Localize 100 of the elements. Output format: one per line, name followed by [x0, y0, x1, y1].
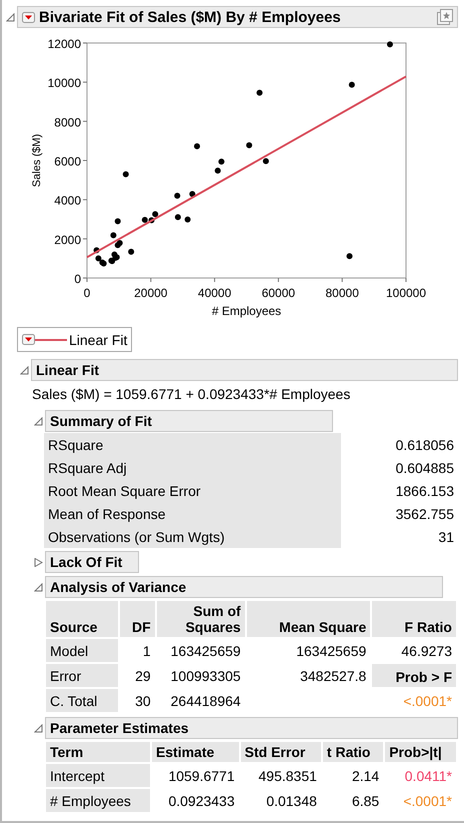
- row-label: Model: [46, 639, 118, 662]
- table-cell-text: 163425659: [295, 642, 368, 660]
- expand-icon[interactable]: [34, 558, 43, 566]
- section-header[interactable]: Lack Of Fit: [45, 551, 139, 573]
- table-cell-text: 163425659: [170, 642, 242, 660]
- p-value: <.0001*: [402, 792, 453, 810]
- x-tick-label: 100000: [386, 286, 426, 300]
- section-header[interactable]: Parameter Estimates: [45, 717, 458, 739]
- data-point: [184, 216, 191, 222]
- y-tick-label: 2000: [54, 232, 81, 247]
- regression-equation: Sales ($M) = 1059.6771 + 0.0923433*# Employees: [31, 385, 352, 404]
- table-cell-text: 1: [142, 642, 152, 660]
- column-header: Mean Square: [246, 601, 370, 637]
- y-tick-label: 0: [74, 272, 81, 286]
- column-header: Estimate: [152, 742, 239, 762]
- data-point: [214, 168, 221, 174]
- table-cell-text: 264418964: [170, 692, 242, 710]
- column-header: Prob>|t|: [385, 742, 456, 762]
- table-cell-text: 100993305: [170, 666, 242, 686]
- column-header: DF: [120, 601, 155, 637]
- row-label: Mean of Response: [44, 502, 342, 525]
- row-label: C. Total: [46, 689, 118, 712]
- row-label: Observations (or Sum Wgts): [44, 525, 342, 548]
- table-cell-text: 6.85: [350, 792, 380, 810]
- table-cell-text: 495.8351: [258, 766, 318, 786]
- row-label: Error: [46, 664, 118, 687]
- x-tick-label: 80000: [326, 286, 359, 300]
- section-title: Bivariate Fit of Sales ($M) By # Employees: [39, 8, 341, 26]
- dropdown-menu-icon[interactable]: [22, 334, 35, 345]
- x-tick-label: 60000: [262, 286, 296, 300]
- y-tick-label: 8000: [54, 115, 81, 130]
- p-value: 0.0411*: [404, 766, 453, 786]
- column-header: F Ratio: [372, 601, 456, 637]
- table-cell-text: 0.0923433: [167, 792, 236, 810]
- pin-icon[interactable]: [437, 9, 453, 25]
- section-header[interactable]: Linear Fit: [31, 359, 458, 381]
- table-cell-text: 1866.153: [394, 482, 455, 500]
- table-cell-text: 31: [437, 528, 455, 546]
- data-point: [246, 142, 252, 148]
- table-cell-text: 0.618056: [394, 436, 455, 454]
- column-header: Std Error: [240, 742, 321, 762]
- y-axis-title: Sales ($M): [31, 134, 43, 188]
- row-label: RSquare Adj: [44, 456, 342, 479]
- data-point: [256, 90, 263, 96]
- y-tick-label: 10000: [48, 76, 81, 90]
- collapse-icon[interactable]: [6, 12, 15, 22]
- x-tick-label: 20000: [134, 286, 168, 300]
- column-header: Term: [46, 742, 150, 762]
- p-value: <.0001*: [402, 692, 453, 710]
- collapse-icon[interactable]: [34, 724, 43, 732]
- x-tick-label: 0: [84, 286, 90, 300]
- table-cell-text: 1059.6771: [167, 766, 236, 786]
- section-title: Lack Of Fit: [50, 554, 122, 570]
- table-cell-text: 0.604885: [394, 458, 455, 478]
- data-point: [218, 158, 224, 165]
- table-cell-text: 3562.755: [394, 504, 455, 524]
- row-label: RSquare: [44, 433, 342, 456]
- column-header: Source: [46, 601, 118, 637]
- data-point: [128, 248, 134, 255]
- x-tick-label: 40000: [198, 286, 232, 300]
- data-point: [114, 218, 121, 224]
- data-point: [262, 158, 269, 164]
- table-cell-text: 30: [134, 692, 152, 710]
- data-point: [346, 253, 352, 260]
- table-header: Prob > F: [372, 664, 456, 687]
- y-tick-label: 6000: [54, 154, 81, 168]
- table-cell-text: 3482527.8: [299, 666, 368, 686]
- data-point: [348, 82, 355, 88]
- column-header: t Ratio: [322, 742, 384, 762]
- section-header[interactable]: Summary of Fit: [45, 410, 333, 432]
- row-label: Root Mean Square Error: [44, 479, 342, 502]
- section-title: Linear Fit: [36, 362, 100, 378]
- legend-label: Linear Fit: [69, 332, 128, 348]
- dropdown-menu-icon[interactable]: [22, 12, 35, 22]
- data-point: [122, 171, 129, 178]
- collapse-icon[interactable]: [34, 582, 43, 592]
- section-header[interactable]: Bivariate Fit of Sales ($M) By # Employees: [17, 6, 458, 28]
- collapse-icon[interactable]: [20, 366, 29, 374]
- x-axis-title: # Employees: [212, 304, 282, 318]
- y-tick-label: 4000: [54, 194, 81, 208]
- table-cell-text: 0.01348: [265, 792, 318, 810]
- table-cell-text: 29: [134, 666, 152, 686]
- data-point: [174, 192, 180, 199]
- section-title: Parameter Estimates: [50, 720, 189, 736]
- collapse-icon[interactable]: [34, 416, 43, 426]
- data-point: [386, 41, 393, 48]
- column-header: Sum of Squares: [156, 601, 245, 637]
- row-label: # Employees: [46, 789, 150, 812]
- data-point: [194, 143, 200, 150]
- table-cell-text: 2.14: [350, 766, 380, 786]
- data-point: [94, 247, 100, 254]
- data-point: [174, 214, 181, 220]
- legend-button[interactable]: Linear Fit: [17, 327, 132, 352]
- y-tick-label: 12000: [48, 37, 81, 51]
- row-label: Intercept: [46, 764, 150, 787]
- table-cell-text: 46.9273: [400, 642, 453, 660]
- section-title: Summary of Fit: [50, 413, 152, 429]
- section-header[interactable]: Analysis of Variance: [45, 576, 443, 598]
- section-title: Analysis of Variance: [50, 579, 186, 595]
- data-point: [189, 191, 196, 197]
